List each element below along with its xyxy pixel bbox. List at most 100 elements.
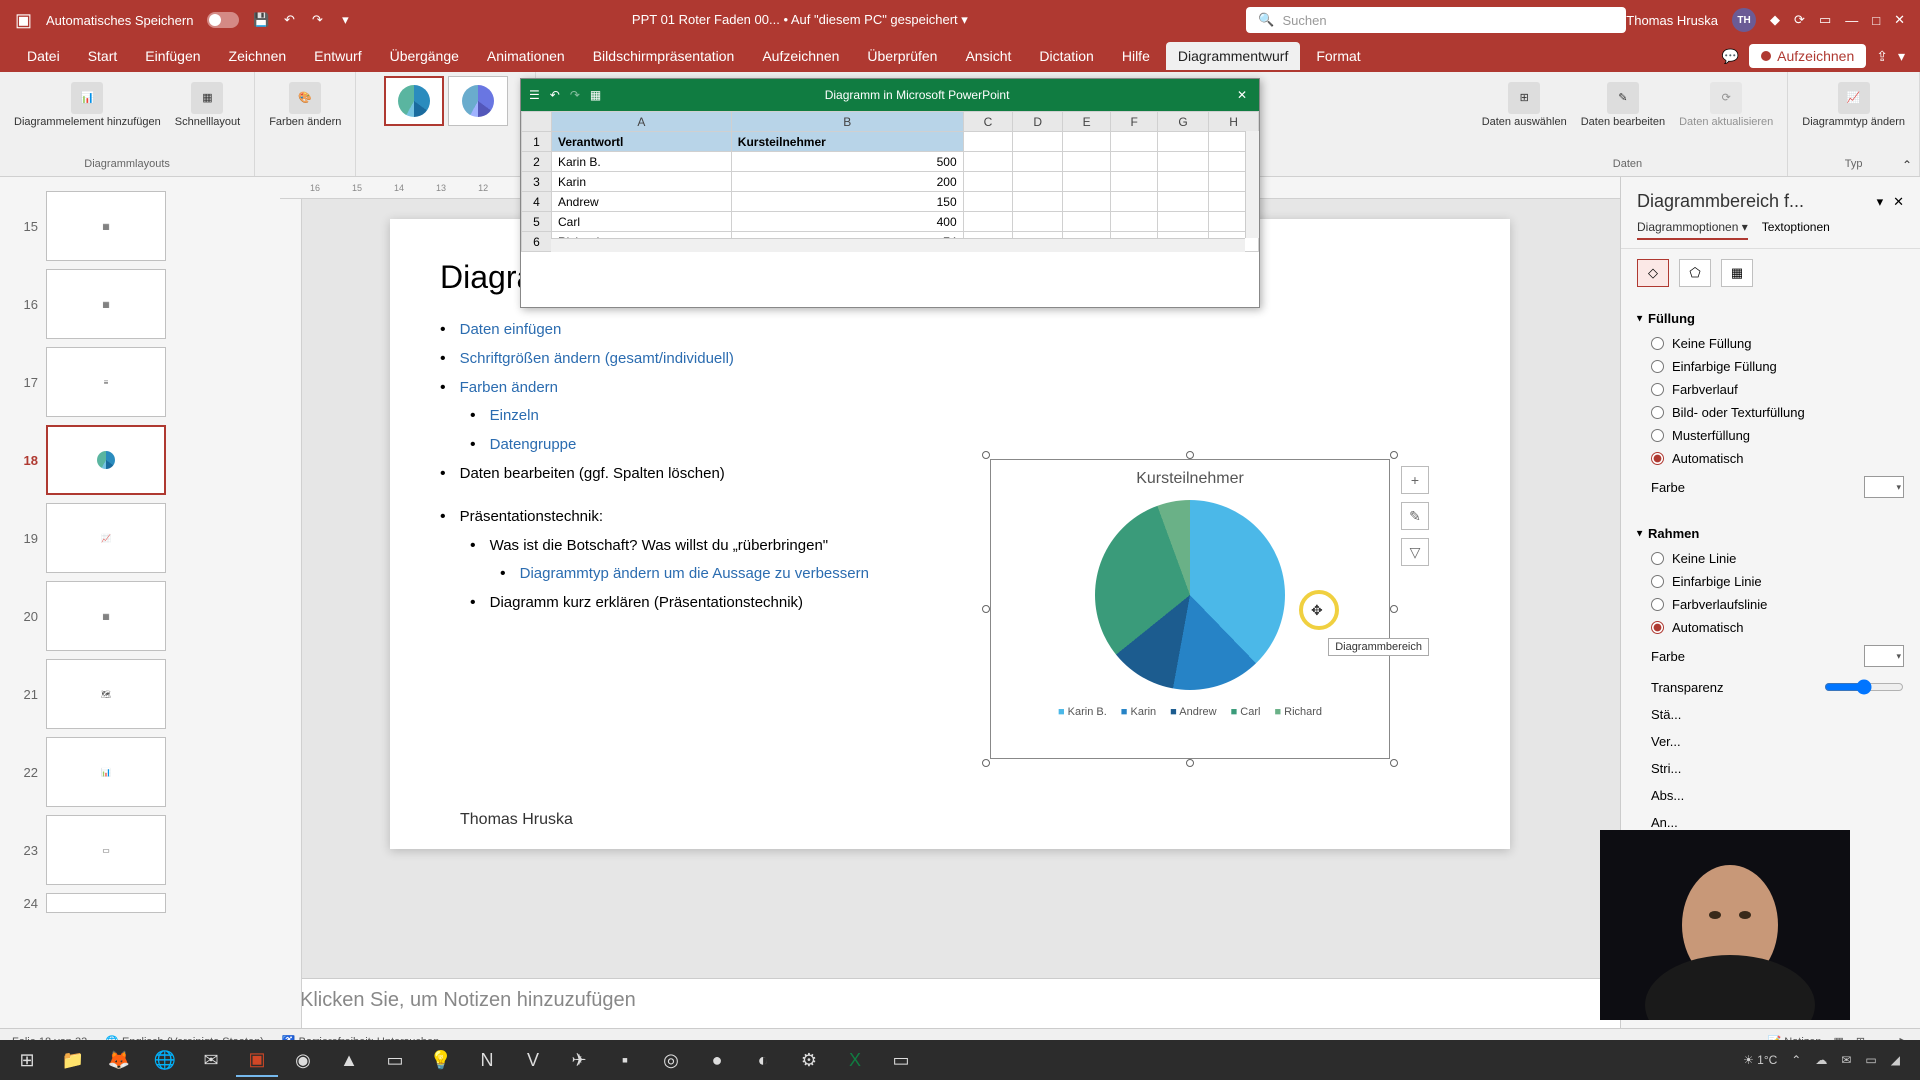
tray-cloud-icon[interactable]: ☁ [1815,1053,1827,1067]
qat-more-icon[interactable]: ▾ [337,12,353,28]
fill-gradient[interactable]: Farbverlauf [1637,378,1904,401]
explorer-icon[interactable]: 📁 [52,1043,94,1077]
fill-color-picker[interactable] [1864,476,1904,498]
excel-icon[interactable]: X [834,1043,876,1077]
share-icon[interactable]: ⇪ [1876,48,1888,65]
thumb-15[interactable]: ▦ [46,191,166,261]
edit-data-button[interactable]: ✎Daten bearbeiten [1577,80,1669,130]
redo-icon[interactable]: ↷ [309,12,325,28]
user-avatar[interactable]: TH [1732,8,1756,32]
collapse-ribbon-icon[interactable]: ⌃ [1902,158,1912,172]
app-icon-6[interactable]: ◐ [742,1043,784,1077]
undo-icon[interactable]: ↶ [281,12,297,28]
change-chart-type-button[interactable]: 📈Diagrammtyp ändern [1798,80,1909,130]
app-icon-4[interactable]: ▪ [604,1043,646,1077]
tab-praesentation[interactable]: Bildschirmpräsentation [581,42,747,70]
refresh-data-button[interactable]: ⟳Daten aktualisieren [1675,80,1777,130]
app-icon-7[interactable]: ▭ [880,1043,922,1077]
excel-view-icon[interactable]: ▦ [590,88,601,102]
user-name[interactable]: Thomas Hruska [1626,13,1718,28]
tray-mail-icon[interactable]: ✉ [1841,1053,1851,1067]
border-section-header[interactable]: Rahmen [1637,520,1904,547]
app-icon-1[interactable]: ◉ [282,1043,324,1077]
tab-einfuegen[interactable]: Einfügen [133,42,212,70]
fill-solid[interactable]: Einfarbige Füllung [1637,355,1904,378]
chart-add-element-icon[interactable]: + [1401,466,1429,494]
size-props-icon[interactable]: ▦ [1721,259,1753,287]
fill-none[interactable]: Keine Füllung [1637,332,1904,355]
outlook-icon[interactable]: ✉ [190,1043,232,1077]
tab-dictation[interactable]: Dictation [1027,42,1105,70]
fill-auto[interactable]: Automatisch [1637,447,1904,470]
thumb-18[interactable] [46,425,166,495]
chrome-icon[interactable]: 🌐 [144,1043,186,1077]
tab-chart-options[interactable]: Diagrammoptionen ▾ [1637,220,1748,240]
thumb-23[interactable]: ▭ [46,815,166,885]
border-none[interactable]: Keine Linie [1637,547,1904,570]
notes-pane[interactable]: Klicken Sie, um Notizen hinzuzufügen [280,978,1620,1028]
tab-uebergaenge[interactable]: Übergänge [378,42,471,70]
excel-close-icon[interactable]: ✕ [1233,84,1251,106]
thumb-17[interactable]: ≡ [46,347,166,417]
tab-entwurf[interactable]: Entwurf [302,42,373,70]
thumb-20[interactable]: ▦ [46,581,166,651]
border-auto[interactable]: Automatisch [1637,616,1904,639]
search-box[interactable]: 🔍 Suchen [1246,7,1626,33]
format-pane-dropdown-icon[interactable]: ▾ [1877,194,1884,210]
border-solid[interactable]: Einfarbige Linie [1637,570,1904,593]
minimize-icon[interactable]: — [1845,13,1858,28]
obs-icon[interactable]: ◎ [650,1043,692,1077]
app-icon-3[interactable]: 💡 [420,1043,462,1077]
start-button[interactable]: ⊞ [6,1043,48,1077]
slide-canvas[interactable]: Diagramm e Daten einfügen Schriftgrößen … [390,219,1510,849]
autosave-toggle[interactable] [207,12,239,28]
app-icon-5[interactable]: ● [696,1043,738,1077]
thumb-24[interactable] [46,893,166,913]
chart-style-gallery[interactable] [384,76,508,126]
effects-icon[interactable]: ⬠ [1679,259,1711,287]
transparency-slider[interactable] [1824,679,1904,695]
tab-format[interactable]: Format [1304,42,1372,70]
add-chart-element-button[interactable]: 📊Diagrammelement hinzufügen [10,80,165,130]
tab-text-options[interactable]: Textoptionen [1762,220,1830,240]
tab-ansicht[interactable]: Ansicht [953,42,1023,70]
record-button[interactable]: Aufzeichnen [1749,44,1866,68]
thumb-21[interactable]: 🗺 [46,659,166,729]
weather-widget[interactable]: ☀ 1°C [1743,1053,1777,1067]
border-color-picker[interactable] [1864,645,1904,667]
onenote-icon[interactable]: N [466,1043,508,1077]
tab-start[interactable]: Start [76,42,130,70]
sync-icon[interactable]: ⟳ [1794,12,1805,28]
thumb-16[interactable]: ▦ [46,269,166,339]
tray-logo-icon[interactable]: ◢ [1891,1053,1900,1067]
settings-icon[interactable]: ⚙ [788,1043,830,1077]
close-icon[interactable]: ✕ [1894,12,1905,28]
excel-vscroll[interactable] [1245,131,1259,238]
fill-pattern[interactable]: Musterfüllung [1637,424,1904,447]
chart-style-icon[interactable]: ✎ [1401,502,1429,530]
firefox-icon[interactable]: 🦊 [98,1043,140,1077]
visio-icon[interactable]: V [512,1043,554,1077]
tab-zeichnen[interactable]: Zeichnen [217,42,299,70]
thumb-19[interactable]: 📈 [46,503,166,573]
thumb-22[interactable]: 📊 [46,737,166,807]
select-data-button[interactable]: ⊞Daten auswählen [1478,80,1571,130]
chart-filter-icon[interactable]: ▽ [1401,538,1429,566]
quick-layout-button[interactable]: ▦Schnelllayout [171,80,244,130]
fill-section-header[interactable]: Füllung [1637,305,1904,332]
fill-picture[interactable]: Bild- oder Texturfüllung [1637,401,1904,424]
tab-aufzeichnen[interactable]: Aufzeichnen [750,42,851,70]
change-colors-button[interactable]: 🎨Farben ändern [265,80,345,130]
excel-hscroll[interactable] [551,238,1245,252]
powerpoint-icon[interactable]: ▣ [236,1043,278,1077]
excel-undo-icon[interactable]: ↶ [550,88,560,102]
tray-app-icon[interactable]: ▭ [1865,1053,1876,1067]
comments-icon[interactable]: 💬 [1722,48,1739,65]
format-pane-close-icon[interactable]: ✕ [1893,194,1904,210]
maximize-icon[interactable]: □ [1872,13,1880,28]
window-icon[interactable]: ▭ [1819,12,1831,28]
diamond-icon[interactable]: ◆ [1770,12,1780,28]
excel-redo-icon[interactable]: ↷ [570,88,580,102]
tab-hilfe[interactable]: Hilfe [1110,42,1162,70]
tab-datei[interactable]: Datei [15,42,72,70]
